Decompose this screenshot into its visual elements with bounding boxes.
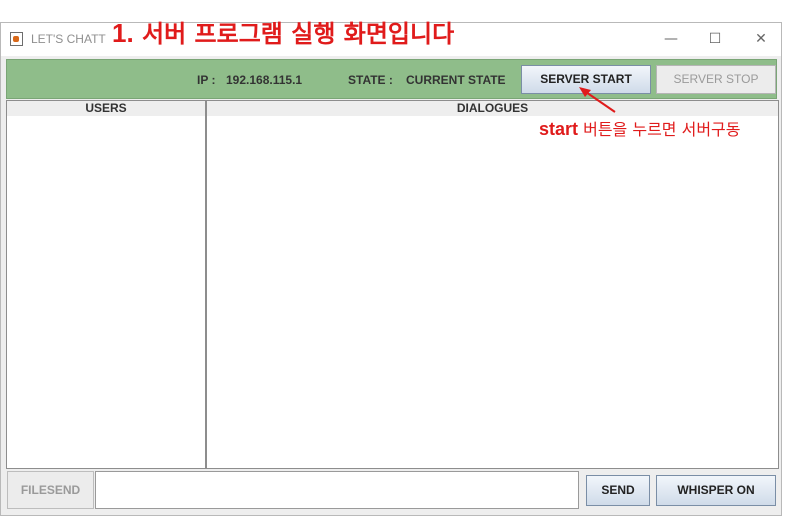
ip-label: IP : [197,73,216,87]
whisper-toggle-button[interactable]: WHISPER ON [656,475,776,506]
annotation-arrow-icon [579,87,616,113]
app-window: LET'S CHATT — ☐ ✕ IP : 192.168.115.1 STA… [0,22,782,516]
java-app-icon [10,32,23,46]
filesend-button[interactable]: FILESEND [7,471,94,509]
annotation-note-keyword: start [539,119,579,139]
message-bar: FILESEND SEND WHISPER ON [6,469,778,514]
annotation-title: 1. 서버 프로그램 실행 화면입니다 [112,14,454,49]
annotation-note-text: 버튼을 누르면 서버구동 [583,120,741,139]
dialogues-panel[interactable]: DIALOGUES [206,100,779,469]
close-button[interactable]: ✕ [747,27,775,51]
window-title: LET'S CHATT [31,32,106,46]
state-value: CURRENT STATE [406,73,506,87]
state-label: STATE : [348,73,393,87]
users-panel-title: USERS [7,101,205,116]
annotation-title-number: 1. [112,18,134,48]
maximize-button[interactable]: ☐ [701,27,729,51]
message-input[interactable] [95,471,579,509]
dialogues-panel-title: DIALOGUES [207,101,778,116]
ip-value: 192.168.115.1 [226,73,303,87]
annotation-note: start 버튼을 누르면 서버구동 [539,116,740,140]
annotation-title-text: 서버 프로그램 실행 화면입니다 [142,20,455,48]
server-status-bar: IP : 192.168.115.1 STATE : CURRENT STATE… [6,59,777,99]
send-button[interactable]: SEND [586,475,650,506]
minimize-button[interactable]: — [657,27,685,51]
users-panel[interactable]: USERS [6,100,206,469]
server-stop-button[interactable]: SERVER STOP [656,65,776,94]
